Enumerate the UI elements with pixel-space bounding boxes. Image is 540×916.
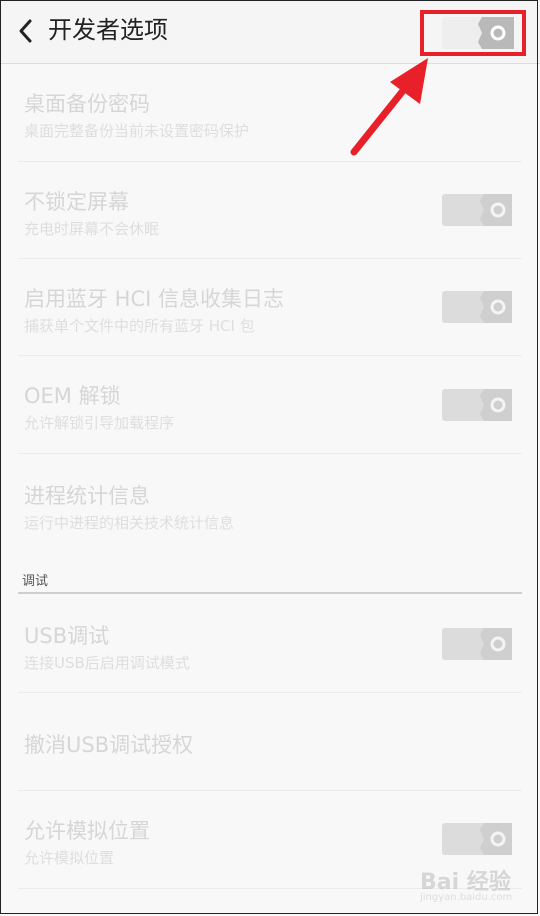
highlight-box xyxy=(420,10,526,56)
toggle-off-icon xyxy=(442,823,512,855)
watermark-url: jingyan.baidu.com xyxy=(420,892,513,903)
list-item-title: 撤消USB调试授权 xyxy=(24,733,194,757)
toggle-off-icon xyxy=(442,291,512,323)
section-header-label: 调试 xyxy=(22,574,49,589)
list-item-title: 桌面备份密码 xyxy=(24,92,150,116)
list-item-summary: 捕获单个文件中的所有蓝牙 HCI 包 xyxy=(24,317,255,335)
section-header-debugging: 调试 xyxy=(18,562,522,594)
toggle-off-icon xyxy=(442,389,512,421)
list-item-title: 不锁定屏幕 xyxy=(24,190,129,214)
stay-awake-toggle[interactable] xyxy=(442,194,512,226)
list-item-summary: 允许模拟位置 xyxy=(24,849,115,867)
list-item-title: 启用蓝牙 HCI 信息收集日志 xyxy=(24,287,284,311)
list-item-title: USB调试 xyxy=(24,624,110,648)
list-item-summary: 充电时屏幕不会休眠 xyxy=(24,220,160,238)
mock-location-toggle[interactable] xyxy=(442,823,512,855)
list-item-title: OEM 解锁 xyxy=(24,384,121,408)
page-title: 开发者选项 xyxy=(48,16,168,44)
list-item-desktop-backup-password[interactable]: 桌面备份密码 桌面完整备份当前未设置密码保护 xyxy=(18,64,522,162)
toggle-off-icon xyxy=(442,194,512,226)
list-item-revoke-usb-auth[interactable]: 撤消USB调试授权 xyxy=(18,693,522,791)
list-item-summary: 运行中进程的相关技术统计信息 xyxy=(24,514,235,532)
bluetooth-hci-log-toggle[interactable] xyxy=(442,291,512,323)
list-item-title: 进程统计信息 xyxy=(24,484,150,508)
back-arrow-icon xyxy=(19,19,32,43)
list-item-summary: 桌面完整备份当前未设置密码保护 xyxy=(24,122,250,140)
oem-unlock-toggle[interactable] xyxy=(442,389,512,421)
toggle-off-icon xyxy=(442,628,512,660)
list-item-title: 允许模拟位置 xyxy=(24,819,150,843)
list-item-bluetooth-hci-log[interactable]: 启用蓝牙 HCI 信息收集日志 捕获单个文件中的所有蓝牙 HCI 包 xyxy=(18,259,522,356)
list-item-mock-location[interactable]: 允许模拟位置 允许模拟位置 xyxy=(18,791,522,889)
usb-debugging-toggle[interactable] xyxy=(442,628,512,660)
back-button[interactable] xyxy=(14,16,38,46)
list-item-process-stats[interactable]: 进程统计信息 运行中进程的相关技术统计信息 xyxy=(18,454,522,562)
list-item-summary: 连接USB后启用调试模式 xyxy=(24,654,190,672)
list-item-summary: 允许解锁引导加载程序 xyxy=(24,414,175,432)
list-item-oem-unlock[interactable]: OEM 解锁 允许解锁引导加载程序 xyxy=(18,356,522,454)
list-item-stay-awake[interactable]: 不锁定屏幕 充电时屏幕不会休眠 xyxy=(18,162,522,259)
list-item-usb-debugging[interactable]: USB调试 连接USB后启用调试模式 xyxy=(18,596,522,693)
